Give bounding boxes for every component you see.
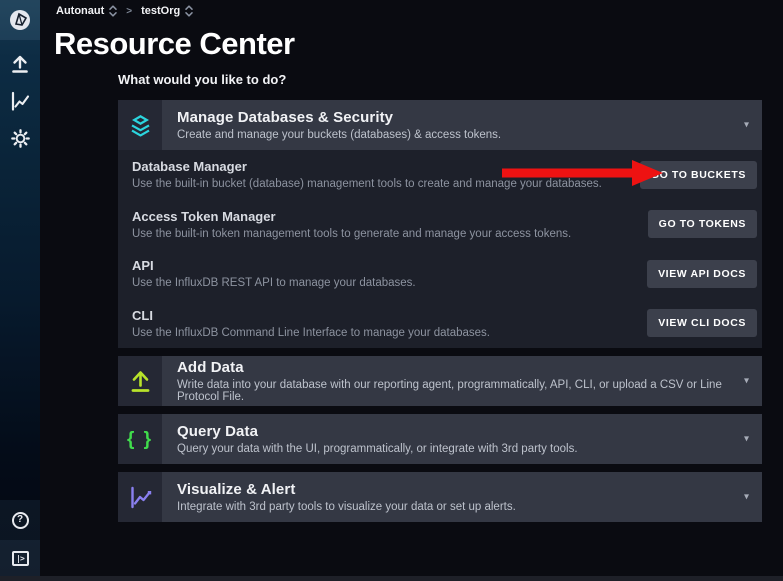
chevron-down-icon[interactable]: ▾ (744, 120, 749, 131)
view-api-docs-button[interactable]: VIEW API DOCS (647, 260, 757, 288)
section-title: Visualize & Alert (177, 481, 516, 498)
resource-row-api: API Use the InfluxDB REST API to manage … (118, 249, 762, 299)
row-title: API (132, 258, 647, 273)
section-description: Query your data with the UI, programmati… (177, 443, 578, 455)
row-title: CLI (132, 308, 647, 323)
row-description: Use the built-in bucket (database) manag… (132, 178, 640, 190)
influxdb-logo[interactable] (0, 0, 40, 40)
section-card-manage-databases: Manage Databases & Security Create and m… (118, 100, 762, 348)
row-description: Use the InfluxDB REST API to manage your… (132, 277, 647, 289)
view-cli-docs-button[interactable]: VIEW CLI DOCS (647, 309, 757, 337)
sorter-icon (109, 5, 117, 17)
section-header-visualize-alert[interactable]: Visualize & Alert Integrate with 3rd par… (118, 472, 762, 522)
section-card-add-data: Add Data Write data into your database w… (118, 356, 762, 406)
section-description: Write data into your database with our r… (177, 379, 762, 403)
section-header-band: Manage Databases & Security Create and m… (162, 100, 762, 150)
chevron-down-icon[interactable]: ▾ (744, 376, 749, 387)
section-header-query-data[interactable]: { } Query Data Query your data with the … (118, 414, 762, 464)
gear-icon (10, 128, 31, 149)
help-button[interactable]: ? (0, 500, 40, 540)
upload-icon (9, 53, 31, 75)
sidebar-item-data-explorer[interactable] (8, 89, 32, 113)
resource-row-database-manager: Database Manager Use the built-in bucket… (118, 150, 762, 200)
help-icon: ? (12, 512, 29, 529)
row-description: Use the InfluxDB Command Line Interface … (132, 327, 647, 339)
page-title: Resource Center (54, 26, 295, 62)
resource-row-access-token-manager: Access Token Manager Use the built-in to… (118, 200, 762, 250)
section-title: Query Data (177, 423, 578, 440)
resource-row-cli: CLI Use the InfluxDB Command Line Interf… (118, 299, 762, 349)
upload-icon (127, 368, 154, 395)
main-content: Autonaut > testOrg Resource Center What … (40, 0, 783, 576)
sidebar-footer: ? |> (0, 500, 40, 576)
chevron-down-icon[interactable]: ▾ (744, 492, 749, 503)
go-to-buckets-button[interactable]: GO TO BUCKETS (640, 161, 757, 189)
chart-icon (127, 484, 154, 511)
sidebar: ? |> (0, 0, 40, 576)
braces-icon: { } (127, 430, 153, 449)
section-card-visualize-alert: Visualize & Alert Integrate with 3rd par… (118, 472, 762, 522)
row-title: Access Token Manager (132, 209, 648, 224)
section-description: Create and manage your buckets (database… (177, 129, 501, 141)
project-selector[interactable]: testOrg (141, 5, 193, 17)
section-icon-cell: { } (118, 414, 162, 464)
sidebar-nav (0, 40, 40, 150)
row-title: Database Manager (132, 159, 640, 174)
section-icon-cell (118, 100, 162, 150)
section-icon-cell (118, 472, 162, 522)
resource-sections: Manage Databases & Security Create and m… (118, 100, 762, 522)
sorter-icon (185, 5, 193, 17)
section-header-band: Visualize & Alert Integrate with 3rd par… (162, 472, 762, 522)
page-prompt: What would you like to do? (118, 72, 286, 87)
row-description: Use the built-in token management tools … (132, 228, 648, 240)
layers-icon (127, 112, 154, 139)
section-header-band: Query Data Query your data with the UI, … (162, 414, 762, 464)
influxdb-logo-icon (8, 8, 32, 32)
section-card-query-data: { } Query Data Query your data with the … (118, 414, 762, 464)
feedback-button[interactable]: |> (0, 540, 40, 576)
bottom-edge-strip (0, 576, 783, 581)
section-header-add-data[interactable]: Add Data Write data into your database w… (118, 356, 762, 406)
chevron-down-icon[interactable]: ▾ (744, 434, 749, 445)
section-title: Add Data (177, 359, 762, 376)
section-description: Integrate with 3rd party tools to visual… (177, 501, 516, 513)
sidebar-item-load-data[interactable] (8, 52, 32, 76)
section-icon-cell (118, 356, 162, 406)
section-header-band: Add Data Write data into your database w… (162, 356, 762, 406)
org-selector[interactable]: Autonaut (56, 5, 117, 17)
org-name: Autonaut (56, 5, 104, 17)
pipe-forward-icon: |> (12, 551, 29, 566)
go-to-tokens-button[interactable]: GO TO TOKENS (648, 210, 757, 238)
breadcrumb-separator: > (126, 6, 132, 17)
sidebar-item-settings[interactable] (8, 126, 32, 150)
section-title: Manage Databases & Security (177, 109, 501, 126)
project-name: testOrg (141, 5, 180, 17)
line-chart-icon (9, 90, 31, 112)
section-header-manage-databases[interactable]: Manage Databases & Security Create and m… (118, 100, 762, 150)
breadcrumb: Autonaut > testOrg (56, 5, 193, 17)
section-body: Database Manager Use the built-in bucket… (118, 150, 762, 348)
